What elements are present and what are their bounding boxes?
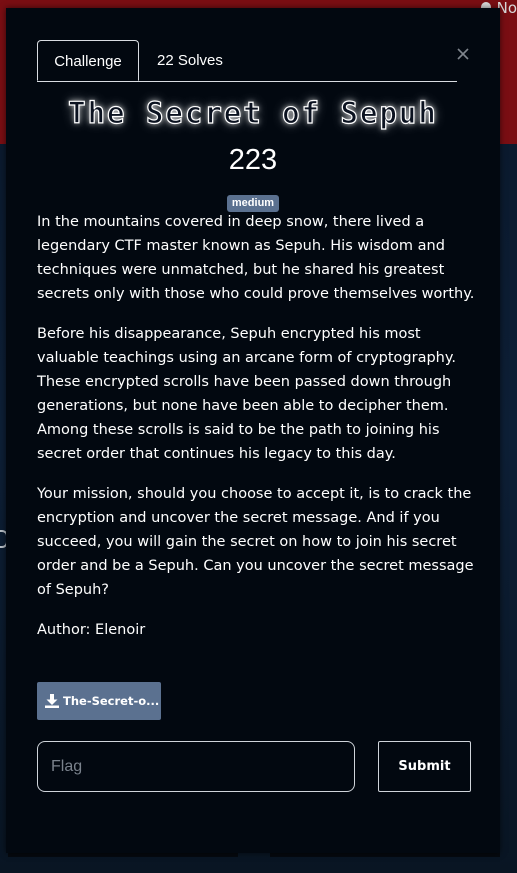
modal-tabs: Challenge 22 Solves — [37, 40, 457, 82]
download-icon — [45, 694, 59, 708]
tab-solves[interactable]: 22 Solves — [157, 40, 247, 81]
challenge-author: Author: Elenoir — [37, 622, 146, 638]
description-paragraph: Your mission, should you choose to accep… — [37, 486, 474, 598]
submit-button[interactable]: Submit — [378, 741, 471, 792]
close-button[interactable] — [455, 46, 471, 62]
description-paragraph: Before his disappearance, Sepuh encrypte… — [37, 326, 456, 462]
close-icon — [457, 48, 469, 60]
challenge-modal: Challenge 22 Solves The Secret of Sepuh … — [6, 8, 500, 853]
difficulty-badge-wrap: medium — [6, 191, 500, 212]
tab-challenge[interactable]: Challenge — [37, 40, 139, 81]
challenge-points: 223 — [228, 144, 278, 176]
download-file-label: The-Secret-o... — [63, 694, 160, 708]
challenge-title: The Secret of Sepuh — [68, 95, 438, 130]
download-file-button[interactable]: The-Secret-o... — [37, 682, 161, 720]
challenge-description: In the mountains covered in deep snow, t… — [37, 210, 477, 618]
description-paragraph: In the mountains covered in deep snow, t… — [37, 214, 475, 302]
flag-input[interactable] — [37, 741, 355, 792]
